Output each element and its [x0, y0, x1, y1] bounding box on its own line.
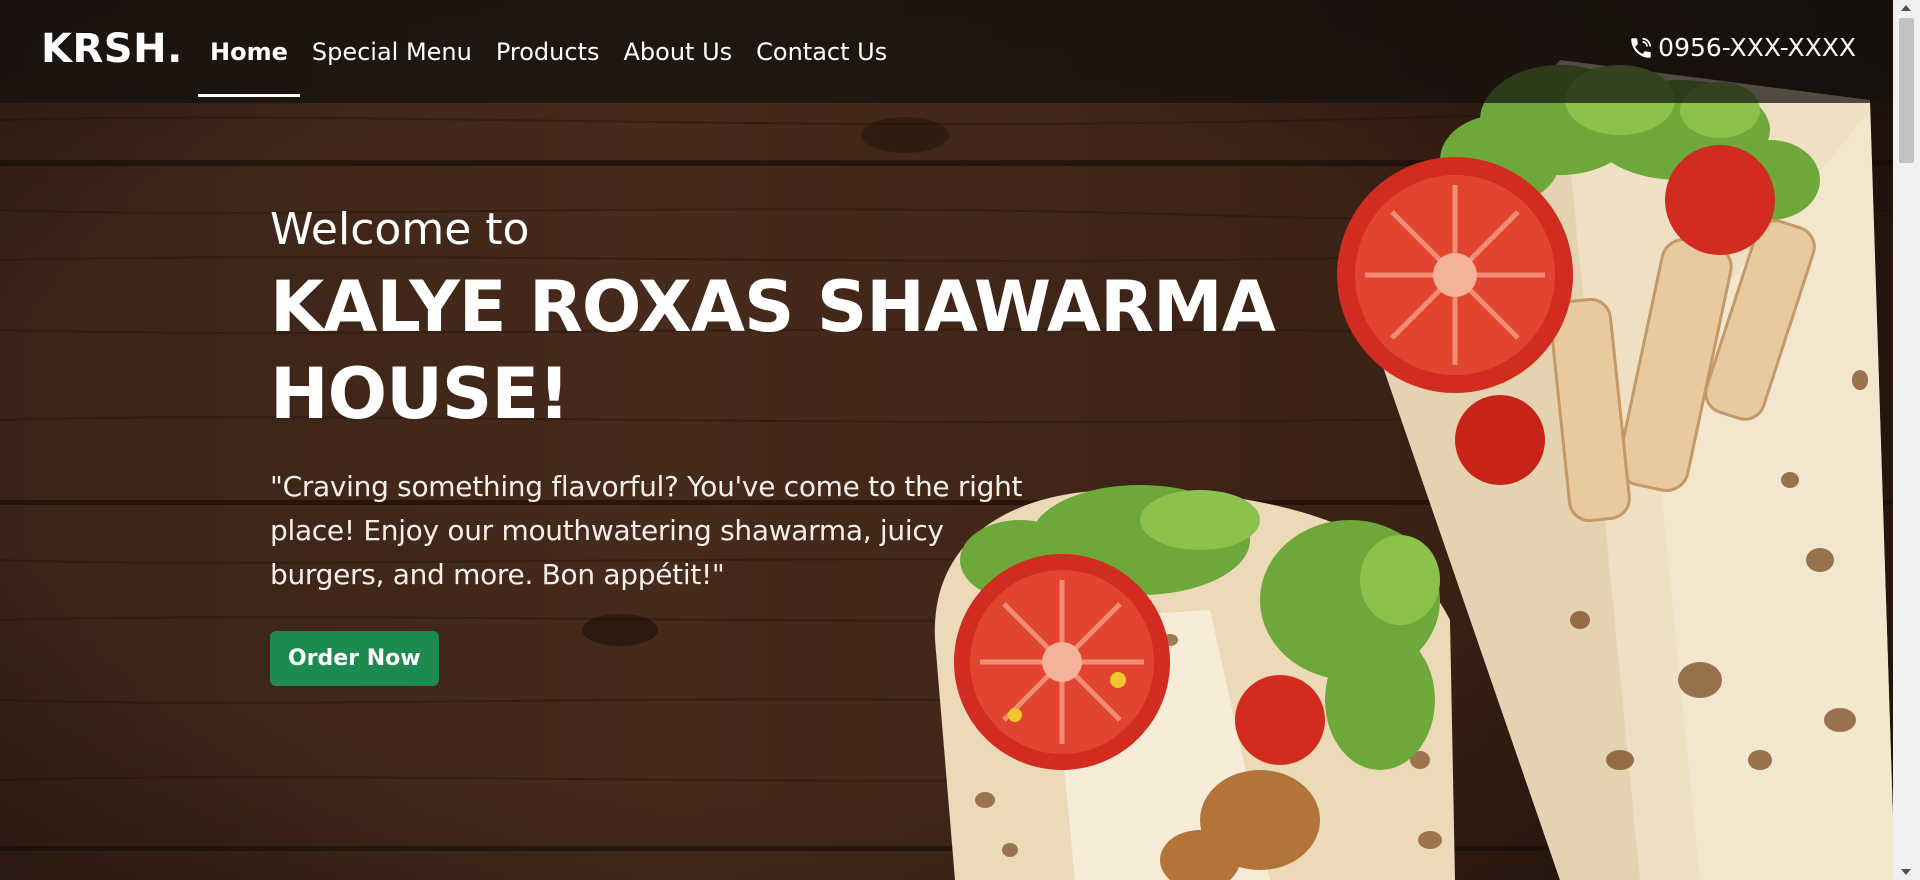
order-now-button[interactable]: Order Now — [270, 630, 439, 686]
scroll-up-icon[interactable] — [1901, 5, 1911, 11]
hero-tagline: "Craving something flavorful? You've com… — [270, 469, 1023, 591]
nav-links: Home Special Menu Products About Us Cont… — [198, 0, 899, 103]
hero-section: Welcome to KALYE ROXAS SHAWARMA HOUSE! "… — [270, 204, 1350, 686]
welcome-text: Welcome to — [270, 204, 530, 255]
page: KRSH. Home Special Menu Products About U… — [0, 0, 1920, 880]
nav-link-about-us[interactable]: About Us — [612, 38, 745, 66]
vertical-scrollbar[interactable] — [1893, 0, 1920, 880]
scroll-thumb[interactable] — [1899, 18, 1914, 163]
phone-number: 0956-XXX-XXXX — [1658, 33, 1856, 62]
hero-title: KALYE ROXAS SHAWARMA HOUSE! — [270, 265, 1276, 436]
brand-logo[interactable]: KRSH. — [41, 26, 183, 72]
nav-link-contact-us[interactable]: Contact Us — [744, 38, 899, 66]
nav-link-products[interactable]: Products — [484, 38, 612, 66]
navbar: KRSH. Home Special Menu Products About U… — [0, 0, 1893, 103]
scroll-down-icon[interactable] — [1901, 869, 1911, 875]
nav-link-special-menu[interactable]: Special Menu — [300, 38, 484, 66]
phone-icon — [1631, 37, 1652, 58]
phone-contact[interactable]: 0956-XXX-XXXX — [1628, 33, 1856, 62]
nav-link-home[interactable]: Home — [198, 38, 300, 97]
